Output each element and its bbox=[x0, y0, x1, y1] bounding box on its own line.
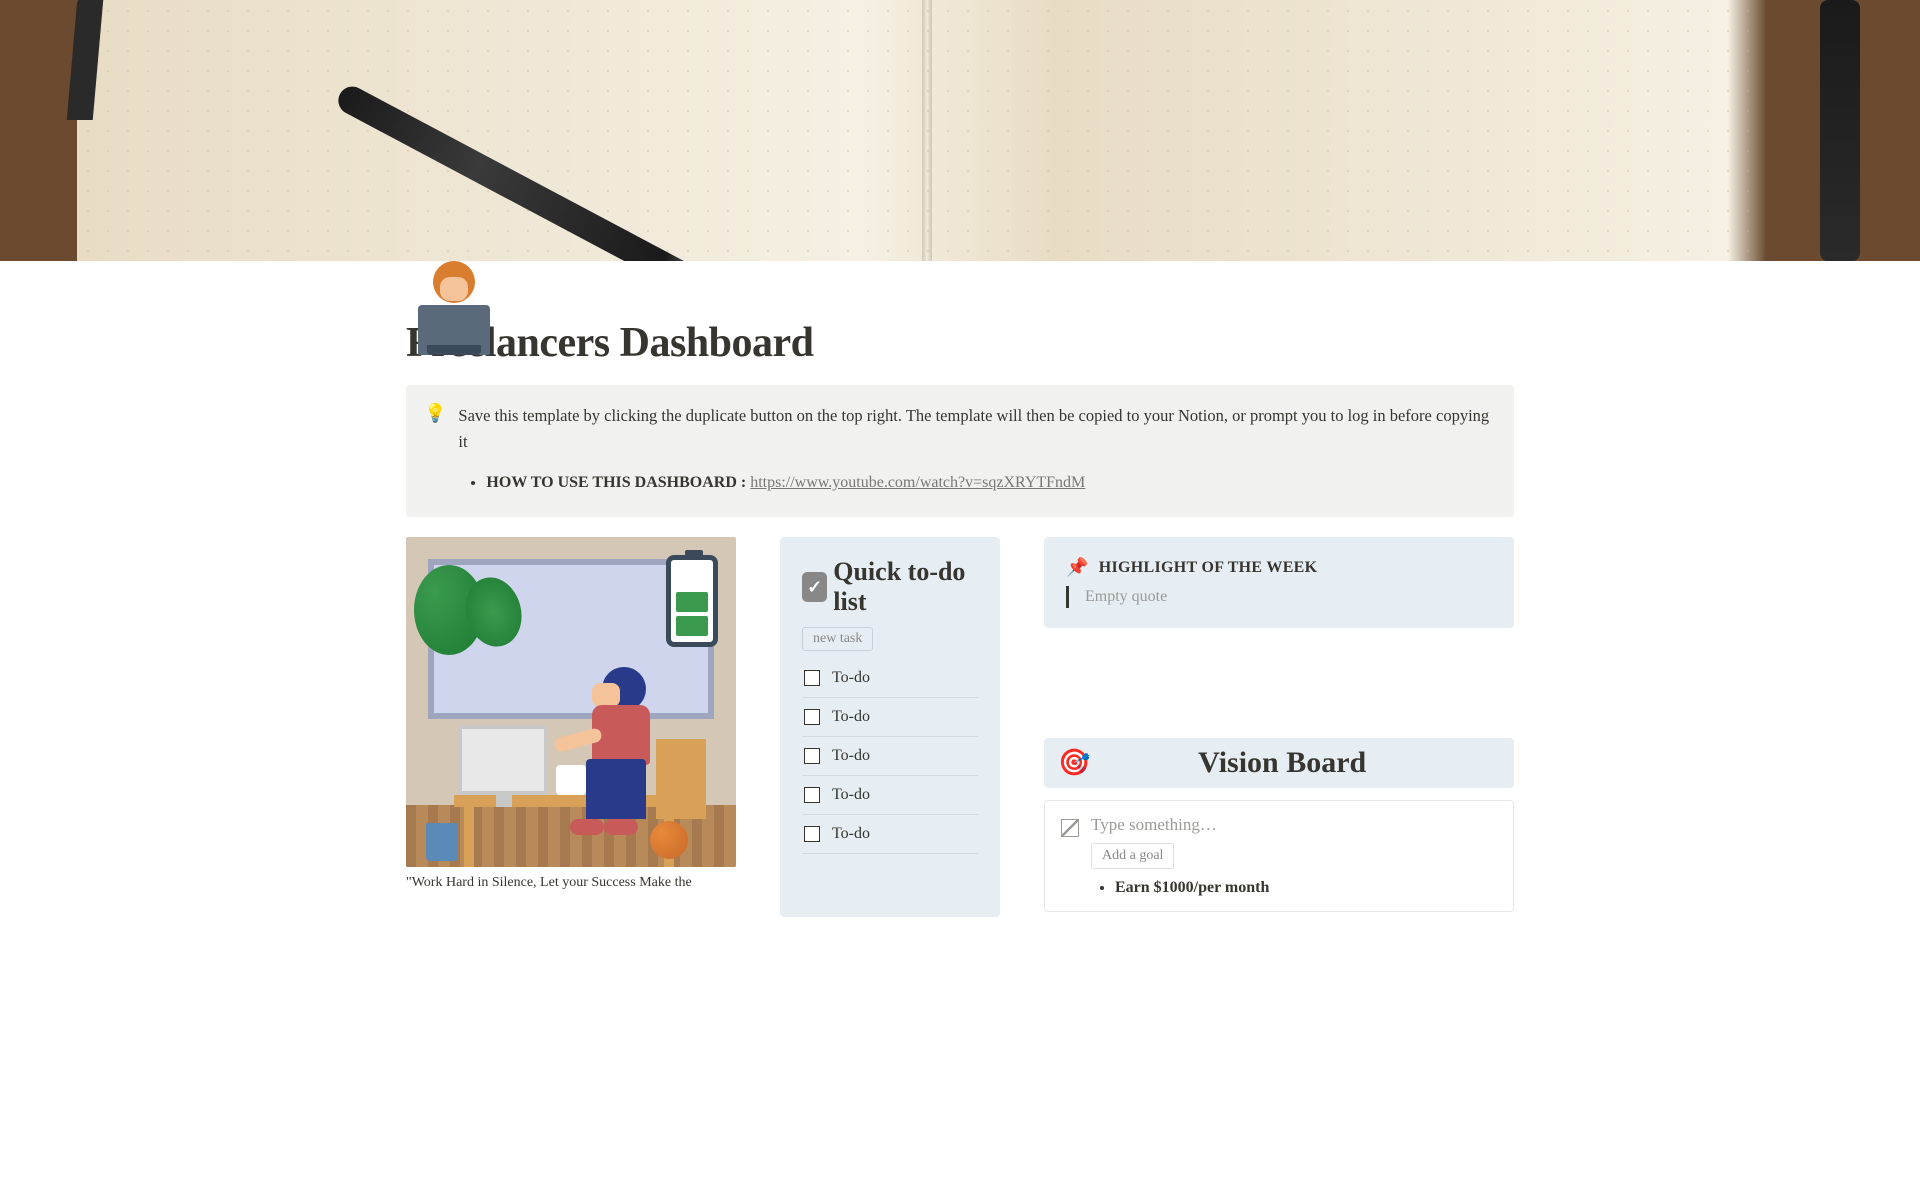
image-caption[interactable]: "Work Hard in Silence, Let your Success … bbox=[406, 873, 736, 893]
howto-link[interactable]: https://www.youtube.com/watch?v=sqzXRYTF… bbox=[750, 474, 1085, 491]
vision-body: Type something… Add a goal Earn $1000/pe… bbox=[1044, 800, 1514, 912]
add-goal-button[interactable]: Add a goal bbox=[1091, 843, 1174, 869]
callout-block[interactable]: 💡 Save this template by clicking the dup… bbox=[406, 385, 1514, 517]
todo-row[interactable]: To-do bbox=[802, 698, 978, 737]
new-task-button[interactable]: new task bbox=[802, 627, 873, 651]
todo-row[interactable]: To-do bbox=[802, 659, 978, 698]
quote-block[interactable]: Empty quote bbox=[1066, 586, 1492, 608]
illustration-image[interactable] bbox=[406, 537, 736, 867]
todo-label: To-do bbox=[832, 669, 870, 687]
todo-checkbox[interactable] bbox=[804, 826, 820, 842]
todo-card: ✓ Quick to-do list new task To-do To-do To… bbox=[780, 537, 1000, 917]
todo-row[interactable]: To-do bbox=[802, 815, 978, 854]
todo-title-text: Quick to-do list bbox=[833, 557, 978, 617]
broken-image-icon bbox=[1061, 819, 1079, 837]
checkbox-icon: ✓ bbox=[802, 572, 827, 602]
highlight-title-text: HIGHLIGHT OF THE WEEK bbox=[1099, 559, 1318, 577]
todo-checkbox[interactable] bbox=[804, 748, 820, 764]
howto-label: HOW TO USE THIS DASHBOARD : bbox=[486, 474, 746, 491]
todo-row[interactable]: To-do bbox=[802, 737, 978, 776]
pushpin-icon: 📌 bbox=[1066, 557, 1089, 578]
todo-checkbox[interactable] bbox=[804, 709, 820, 725]
callout-list-item: HOW TO USE THIS DASHBOARD : https://www.… bbox=[486, 470, 1494, 496]
vision-header[interactable]: 🎯 Vision Board bbox=[1044, 738, 1514, 788]
highlight-title[interactable]: 📌 HIGHLIGHT OF THE WEEK bbox=[1066, 557, 1492, 578]
page-icon[interactable] bbox=[406, 259, 502, 355]
technologist-icon bbox=[411, 259, 497, 355]
todo-checkbox[interactable] bbox=[804, 670, 820, 686]
page-title[interactable]: Freelancers Dashboard bbox=[406, 319, 1514, 367]
todo-label: To-do bbox=[832, 747, 870, 765]
callout-text: Save this template by clicking the dupli… bbox=[458, 406, 1489, 451]
quote-placeholder: Empty quote bbox=[1085, 588, 1167, 605]
todo-label: To-do bbox=[832, 786, 870, 804]
todo-checkbox[interactable] bbox=[804, 787, 820, 803]
cover-image bbox=[0, 0, 1920, 261]
todo-label: To-do bbox=[832, 708, 870, 726]
todo-label: To-do bbox=[832, 825, 870, 843]
highlight-card: 📌 HIGHLIGHT OF THE WEEK Empty quote bbox=[1044, 537, 1514, 628]
lightbulb-icon: 💡 bbox=[424, 403, 446, 495]
goal-item[interactable]: Earn $1000/per month bbox=[1115, 879, 1497, 897]
vision-placeholder[interactable]: Type something… bbox=[1091, 815, 1497, 835]
todo-row[interactable]: To-do bbox=[802, 776, 978, 815]
vision-title: Vision Board bbox=[1064, 746, 1500, 780]
todo-title[interactable]: ✓ Quick to-do list bbox=[802, 557, 978, 617]
